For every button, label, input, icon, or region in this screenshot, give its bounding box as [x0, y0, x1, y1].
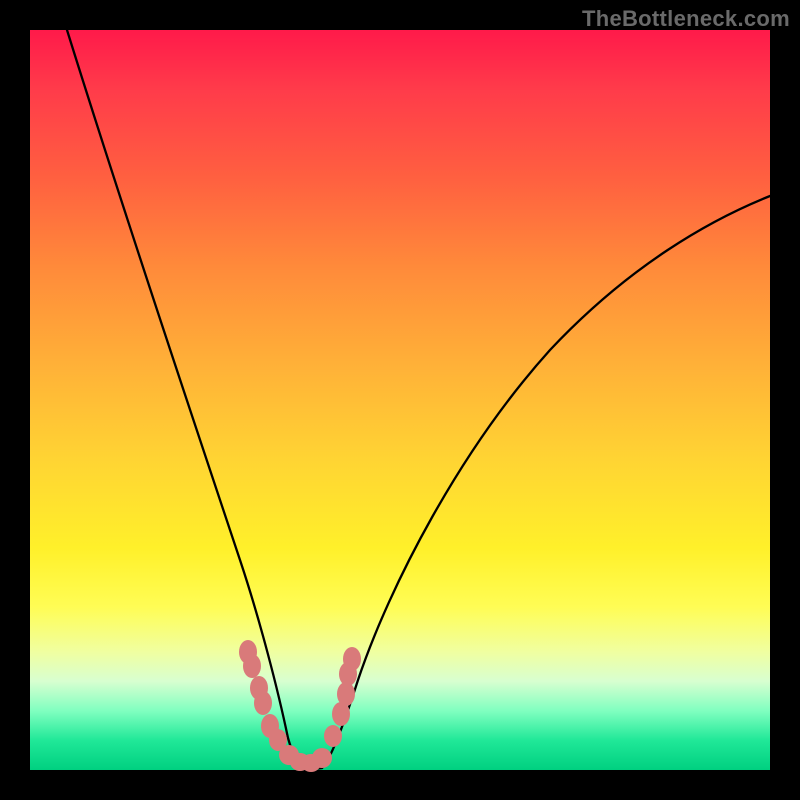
- plot-area: [30, 30, 770, 770]
- threshold-markers: [239, 640, 361, 772]
- chart-svg: [30, 30, 770, 770]
- left-curve: [67, 30, 302, 767]
- chart-frame: TheBottleneck.com: [0, 0, 800, 800]
- watermark-text: TheBottleneck.com: [582, 6, 790, 32]
- right-curve: [322, 196, 770, 768]
